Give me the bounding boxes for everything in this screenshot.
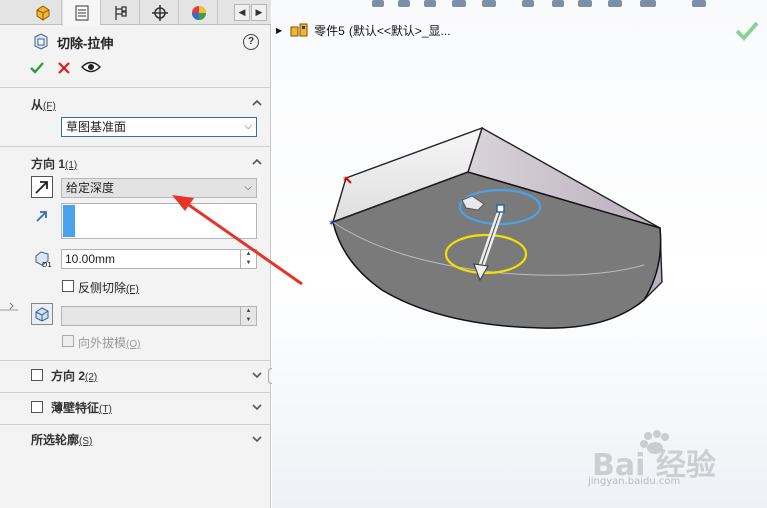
draft-angle-stepper[interactable]: ▲ ▼ [240,307,256,325]
divider [0,87,271,88]
property-manager-panel: ◀ ▶ 切除-拉伸 ? 从(F) 草图基准面 ⌵ 方向 1(1) 给定深度 ⌵ … [0,0,271,508]
draft-outward-checkbox[interactable] [62,335,74,347]
graphics-area[interactable]: ▶ 零件5 (默认<<默认>_显... ✶ ✶ Bai 经验 jingyan.b… [272,0,767,508]
property-manager-icon [75,5,88,20]
tab-scroll-right-button[interactable]: ▶ [251,4,267,21]
manager-tab-bar: ◀ ▶ [0,0,271,25]
draft-toggle-button[interactable] [31,303,53,325]
tab-property-manager[interactable] [63,0,101,25]
flip-side-to-cut-checkbox[interactable] [62,280,74,292]
chevron-up-icon[interactable] [251,97,263,109]
direction-reference-listbox[interactable] [61,203,257,239]
feature-manager-icon [36,4,49,21]
svg-text:✶: ✶ [342,175,350,185]
property-manager-header: 切除-拉伸 ? [0,30,271,54]
direction-vector-icon [36,211,47,222]
direction2-checkbox[interactable] [31,369,43,381]
tab-dimxpert-manager[interactable] [141,0,179,25]
depth-stepper[interactable]: ▲ ▼ [240,250,256,268]
divider [0,392,271,393]
ok-check-icon[interactable] [29,60,45,76]
preview-eye-icon[interactable] [81,60,101,74]
svg-text:D1: D1 [42,261,52,268]
end-condition-select[interactable]: 给定深度 ⌵ [61,178,257,198]
chevron-down-icon[interactable] [251,401,263,413]
help-icon[interactable]: ? [243,34,259,50]
divider [0,360,271,361]
section-direction2-title[interactable]: 方向 2(2) [51,367,97,384]
collapse-caret-icon[interactable] [0,300,18,312]
chevron-down-icon: ⌵ [244,121,252,132]
section-thin-feature-title[interactable]: 薄壁特征(T) [51,399,112,416]
svg-text:✶: ✶ [328,219,336,229]
tab-display-manager[interactable] [180,0,218,25]
depth-dimension-icon: D1 [35,251,52,268]
depth-input[interactable]: 10.00mm ▲ ▼ [61,249,257,269]
draft-angle-input[interactable]: ▲ ▼ [61,306,257,326]
section-from-title[interactable]: 从(F) [31,96,56,113]
draft-outward-label[interactable]: 向外拔模(O) [78,334,140,351]
tab-configuration-manager[interactable] [102,0,140,25]
watermark-subtext: jingyan.baidu.com [588,476,681,487]
chevron-down-icon[interactable] [251,433,263,445]
tab-feature-manager[interactable] [24,0,62,25]
chevron-up-icon[interactable] [251,156,263,168]
extruded-cut-icon [34,33,48,50]
section-selected-contours-title[interactable]: 所选轮廓(S) [31,431,92,448]
appearance-ball-icon [191,5,206,20]
reverse-direction-icon [35,181,48,194]
chevron-down-icon: ⌵ [244,182,252,193]
section-direction1-title[interactable]: 方向 1(1) [31,155,77,172]
chevron-down-icon[interactable] [251,369,263,381]
cancel-x-icon[interactable] [57,61,71,75]
selection-focus-bar [63,205,75,237]
crosshair-icon [151,4,168,21]
configuration-manager-icon [114,5,127,20]
page-title: 切除-拉伸 [57,36,114,51]
divider [0,146,271,147]
thin-feature-checkbox[interactable] [31,401,43,413]
tab-scroll-left-button[interactable]: ◀ [234,4,250,21]
reverse-direction-button[interactable] [31,176,53,198]
flip-side-to-cut-label[interactable]: 反侧切除(F) [78,279,139,296]
start-condition-select[interactable]: 草图基准面 ⌵ [61,117,257,137]
draft-icon [35,307,49,322]
divider [0,424,271,425]
